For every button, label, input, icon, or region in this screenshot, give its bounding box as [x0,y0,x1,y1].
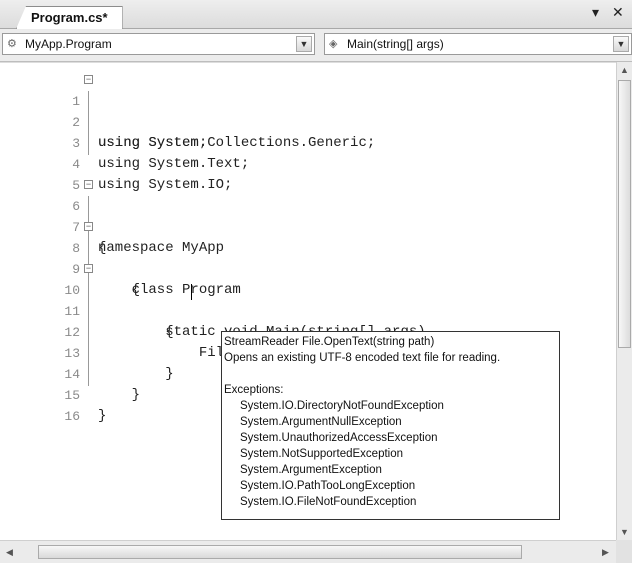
collapse-icon[interactable]: − [84,75,93,84]
scroll-up-icon[interactable]: ▲ [617,62,632,78]
tab-program-cs[interactable]: Program.cs* [16,6,123,29]
scrollbar-corner [616,540,632,563]
horizontal-scrollbar[interactable]: ◀ ▶ [0,540,616,563]
quick-info-tooltip: StreamReader File.OpenText(string path) … [221,331,560,520]
tooltip-exception-item: System.NotSupportedException [240,448,404,460]
scroll-left-icon[interactable]: ◀ [2,544,17,560]
type-dropdown-value: MyApp.Program [25,37,112,51]
pin-dropdown-icon[interactable]: ▾ [592,4,599,21]
code-line[interactable]: 12 File.OpenText("SomeFile.txt"); [0,301,616,361]
navigation-bar: ⚙ MyApp.Program ▼ ◈ Main(string[] args) … [0,29,632,62]
method-icon: ◈ [329,38,338,50]
class-icon: ⚙ [7,38,17,50]
member-dropdown-value: Main(string[] args) [347,37,444,51]
tooltip-exception-item: System.IO.FileNotFoundException [240,496,417,508]
code-line[interactable]: 8 − class Program [0,217,616,299]
tooltip-signature: StreamReader File.OpenText(string path) [224,336,435,348]
tooltip-exception-item: System.ArgumentNullException [240,416,402,428]
chevron-down-icon[interactable]: ▼ [613,36,629,52]
vertical-scrollbar[interactable]: ▲ ▼ [616,62,632,540]
chevron-down-icon[interactable]: ▼ [296,36,312,52]
vertical-scroll-thumb[interactable] [618,80,631,348]
tooltip-summary: Opens an existing UTF-8 encoded text fil… [224,352,501,364]
tab-title: Program.cs* [31,10,108,25]
code-line[interactable]: 7 { [0,196,616,256]
tooltip-exceptions-header: Exceptions: [224,384,284,396]
tooltip-exception-item: System.IO.PathTooLongException [240,480,416,492]
code-line[interactable]: 4 using System.IO; [0,133,616,193]
line-number: 16 [64,409,80,424]
scroll-right-icon[interactable]: ▶ [598,544,613,560]
tooltip-exception-item: System.ArgumentException [240,464,382,476]
collapse-icon[interactable]: − [84,222,93,231]
code-line[interactable]: 9 { [0,238,616,298]
code-line[interactable]: 6 − namespace MyApp [0,175,616,257]
code-editor-window: Program.cs* ▾ ✕ ⚙ MyApp.Program ▼ ◈ Main… [0,0,632,563]
tooltip-spacer [224,366,559,382]
collapse-icon[interactable]: − [84,264,93,273]
code-line[interactable]: 5 [0,154,616,193]
code-line[interactable]: 3 using System.Text; [0,112,616,172]
code-line[interactable]: 10 − static void Main(string[] args) [0,259,616,341]
tooltip-exception-item: System.UnauthorizedAccessException [240,432,438,444]
code-line[interactable]: 2 using System.Collections.Generic; [0,91,616,151]
scroll-down-icon[interactable]: ▼ [617,524,632,540]
line-text: } [98,408,107,424]
collapse-icon[interactable]: − [84,180,93,189]
tooltip-exception-item: System.IO.DirectoryNotFoundException [240,400,444,412]
type-dropdown[interactable]: ⚙ MyApp.Program ▼ [2,33,315,55]
member-dropdown[interactable]: ◈ Main(string[] args) ▼ [324,33,632,55]
text-caret [191,284,192,300]
horizontal-scroll-thumb[interactable] [38,545,522,559]
close-icon[interactable]: ✕ [612,4,624,21]
document-tab-bar: Program.cs* ▾ ✕ [0,0,632,29]
code-line[interactable]: 1 − using System; [0,70,616,152]
code-line[interactable]: 11 { [0,280,616,340]
